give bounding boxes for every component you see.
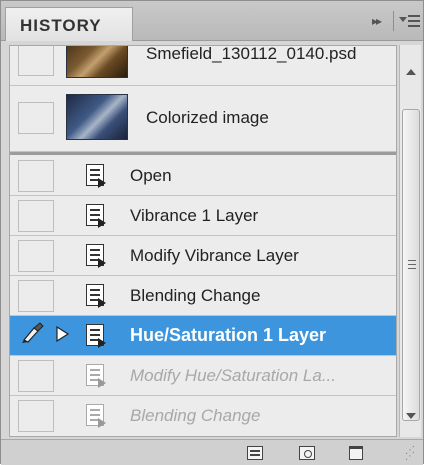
history-state-icon [86,324,108,348]
history-state-icon [86,284,108,308]
history-state-label: Blending Change [130,286,261,305]
history-state-label: Open [130,166,172,185]
resize-grip-icon[interactable]: ⋰ ⋰ [405,446,415,462]
snapshot-label: Smefield_130112_0140.psd [146,45,357,63]
history-brush-source-checkbox[interactable] [18,360,54,392]
history-state-icon [86,244,108,268]
history-brush-source-checkbox[interactable] [18,200,54,232]
history-state-row[interactable]: Open [10,156,396,196]
history-state-label: Vibrance 1 Layer [130,206,259,225]
new-snapshot-icon[interactable] [299,446,315,460]
history-brush-source-checkbox[interactable] [18,400,54,432]
scroll-up-arrow-icon[interactable] [406,69,416,75]
history-state-icon [86,204,108,228]
history-state-row[interactable]: Modify Vibrance Layer [10,236,396,276]
snapshot-thumbnail [66,46,128,78]
collapse-to-icons-icon[interactable]: ▸▸ [365,13,387,29]
history-state-row[interactable]: Blending Change [10,276,396,316]
history-state-label: Blending Change [130,406,261,425]
delete-state-icon[interactable] [349,446,363,460]
history-state-row-selected[interactable]: Hue/Saturation 1 Layer [10,316,396,356]
history-list: Smefield_130112_0140.psd Colorized image… [9,45,397,437]
new-document-from-state-icon[interactable] [247,446,263,460]
panel-bottom-bar: ⋰ ⋰ [1,439,423,465]
history-panel: HISTORY ▸▸ Smefield_130112_0140.psd Colo… [0,0,424,465]
history-state-label: Modify Vibrance Layer [130,246,299,265]
snapshot-thumbnail [66,94,128,140]
current-state-pointer-icon [56,326,70,342]
history-state-row-undone[interactable]: Modify Hue/Saturation La... [10,356,396,396]
history-brush-icon [22,322,44,343]
panel-menu-icon[interactable] [399,11,421,31]
vertical-scrollbar[interactable] [399,45,421,437]
history-tab[interactable]: HISTORY [5,7,133,41]
panel-tab-bar: HISTORY ▸▸ [1,1,423,41]
history-brush-source-checkbox[interactable] [18,102,54,134]
snapshot-label: Colorized image [146,108,269,127]
history-brush-source-checkbox[interactable] [18,280,54,312]
scroll-down-arrow-icon[interactable] [406,413,416,419]
scroll-thumb[interactable] [402,109,420,421]
history-state-label: Modify Hue/Saturation La... [130,366,337,385]
snapshot-divider [10,152,396,155]
history-state-icon [86,404,108,428]
history-state-icon [86,364,108,388]
history-state-row[interactable]: Vibrance 1 Layer [10,196,396,236]
history-state-row-undone[interactable]: Blending Change [10,396,396,436]
snapshot-row[interactable]: Colorized image [10,86,396,152]
history-brush-source-checkbox[interactable] [18,160,54,192]
history-brush-source-checkbox[interactable] [18,240,54,272]
tab-bar-divider [393,11,394,31]
history-state-label: Hue/Saturation 1 Layer [130,325,327,345]
snapshot-row[interactable]: Smefield_130112_0140.psd [10,45,396,86]
history-state-icon [86,164,108,188]
history-brush-source-checkbox[interactable] [18,46,54,76]
